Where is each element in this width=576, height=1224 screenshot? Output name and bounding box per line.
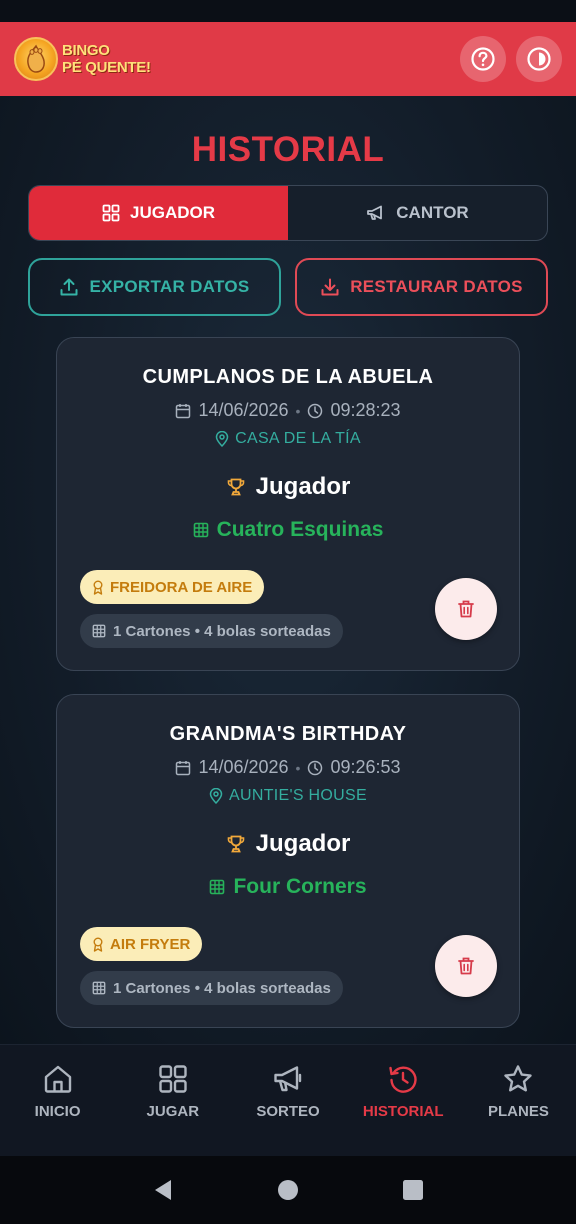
game-time: 09:26:53 (330, 757, 401, 777)
game-date: 14/06/2026 (198, 757, 289, 777)
logo-line-2: PÉ QUENTE! (62, 59, 151, 76)
logo-line-1: BINGO (62, 42, 110, 59)
app-logo: BINGO PÉ QUENTE! (14, 37, 151, 81)
nav-item-jugar[interactable]: JUGAR (115, 1045, 230, 1156)
back-icon[interactable] (152, 1178, 174, 1202)
game-pattern-text: Cuatro Esquinas (216, 518, 384, 541)
megaphone-icon (274, 1066, 302, 1092)
game-role: Jugador (57, 473, 519, 501)
nav-label-sorteo: SORTEO (256, 1103, 320, 1120)
game-time: 09:28:23 (330, 400, 401, 420)
stats-text: 1 Cartones • 4 bolas sorteadas (113, 622, 331, 640)
game-date: 14/06/2026 (198, 400, 289, 420)
nav-item-sorteo[interactable]: SORTEO (230, 1045, 345, 1156)
restore-data-label: RESTAURAR DATOS (350, 277, 523, 296)
table-grid-icon (193, 522, 208, 538)
trash-icon (458, 957, 474, 975)
system-nav-bar (0, 1156, 576, 1224)
table-grid-icon (92, 981, 106, 995)
clock-icon (308, 760, 323, 775)
page-title: HISTORIAL (191, 130, 385, 169)
delete-button[interactable] (435, 578, 497, 640)
upload-icon (60, 278, 78, 296)
home-circle-icon[interactable] (277, 1179, 299, 1201)
stats-text: 1 Cartones • 4 bolas sorteadas (113, 979, 331, 997)
logo-text: BINGO PÉ QUENTE! (62, 42, 151, 76)
tab-jugador-label: JUGADOR (129, 203, 215, 222)
stats-badge: 1 Cartones • 4 bolas sorteadas (80, 614, 343, 648)
power-icon (527, 47, 551, 71)
award-icon (93, 937, 103, 952)
nav-label-inicio: INICIO (34, 1103, 81, 1120)
nav-label-historial: HISTORIAL (362, 1103, 444, 1120)
prize-text: FREIDORA DE AIRE (110, 578, 253, 596)
game-pattern-text: Four Corners (233, 875, 367, 898)
grid-icon (102, 204, 120, 222)
status-bar (0, 0, 576, 22)
game-title: GRANDMA'S BIRTHDAY (169, 723, 407, 745)
table-grid-icon (92, 624, 106, 638)
map-pin-icon (215, 431, 229, 447)
calendar-icon (176, 760, 191, 775)
meta-separator: • (295, 759, 301, 776)
bottom-nav: INICIO JUGAR SORTEO HISTORIAL PLANES (0, 1044, 576, 1156)
game-location-text: CASA DE LA TÍA (235, 430, 361, 447)
app-header: BINGO PÉ QUENTE! (0, 22, 576, 96)
game-location: CASA DE LA TÍA (57, 430, 519, 448)
trash-icon (458, 600, 474, 618)
export-data-button[interactable]: EXPORTAR DATOS (28, 258, 281, 316)
tab-cantor-label: CANTOR (396, 203, 469, 222)
prize-badge: FREIDORA DE AIRE (80, 570, 265, 604)
restore-data-button[interactable]: RESTAURAR DATOS (295, 258, 548, 316)
megaphone-icon (367, 205, 383, 220)
prize-text: AIR FRYER (110, 935, 191, 953)
history-card: GRANDMA'S BIRTHDAY 14/06/2026 • 09:26:53… (56, 694, 520, 1028)
game-location-text: AUNTIE'S HOUSE (229, 787, 367, 804)
game-role: Jugador (57, 830, 519, 858)
nav-item-historial[interactable]: HISTORIAL (346, 1045, 461, 1156)
trophy-icon (227, 835, 244, 853)
main-content: HISTORIAL JUGADOR CANTOR EXPORTAR DATOS (0, 96, 576, 1044)
nav-item-inicio[interactable]: INICIO (0, 1045, 115, 1156)
history-icon (389, 1066, 417, 1093)
clock-icon (308, 403, 323, 418)
stats-badge: 1 Cartones • 4 bolas sorteadas (80, 971, 343, 1005)
nav-item-planes[interactable]: PLANES (461, 1045, 576, 1156)
power-button[interactable] (516, 36, 562, 82)
calendar-icon (176, 403, 191, 418)
home-icon (44, 1065, 71, 1093)
question-circle-icon (471, 47, 495, 71)
game-role-text: Jugador (255, 830, 351, 857)
tab-cantor[interactable]: CANTOR (288, 186, 547, 240)
meta-separator: • (295, 402, 301, 419)
foot-fire-icon (14, 37, 58, 81)
prize-badge: AIR FRYER (80, 927, 203, 961)
download-icon (321, 278, 339, 296)
game-title: CUMPLANOS DE LA ABUELA (142, 366, 434, 388)
table-grid-icon (210, 879, 225, 895)
nav-label-planes: PLANES (487, 1103, 549, 1120)
game-datetime: 14/06/2026 • 09:28:23 (57, 400, 519, 421)
delete-button[interactable] (435, 935, 497, 997)
help-button[interactable] (460, 36, 506, 82)
award-icon (93, 580, 103, 595)
export-data-label: EXPORTAR DATOS (89, 277, 250, 296)
game-role-text: Jugador (255, 473, 351, 500)
recents-icon[interactable] (402, 1179, 424, 1201)
game-datetime: 14/06/2026 • 09:26:53 (57, 757, 519, 778)
game-pattern: Four Corners (57, 875, 519, 899)
nav-label-jugar: JUGAR (146, 1103, 200, 1120)
grid-icon (159, 1065, 187, 1093)
game-location: AUNTIE'S HOUSE (57, 787, 519, 805)
tab-jugador[interactable]: JUGADOR (29, 186, 288, 240)
star-icon (504, 1065, 533, 1092)
role-tabs: JUGADOR CANTOR (28, 185, 548, 241)
game-pattern: Cuatro Esquinas (57, 518, 519, 542)
history-card: CUMPLANOS DE LA ABUELA 14/06/2026 • 09:2… (56, 337, 520, 671)
map-pin-icon (209, 788, 223, 804)
trophy-icon (227, 478, 244, 496)
